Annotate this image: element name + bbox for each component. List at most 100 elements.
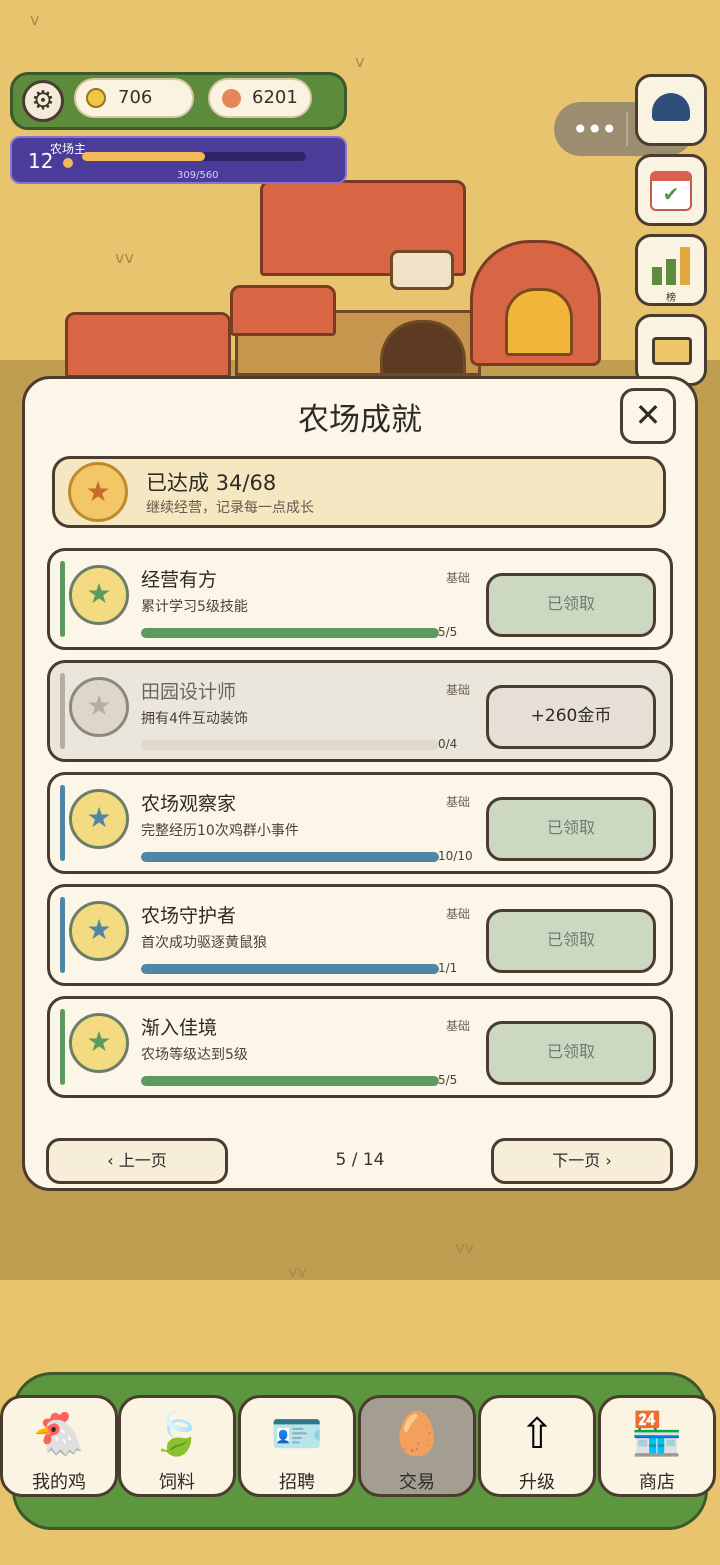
star-medal-icon: ★: [69, 901, 129, 961]
page-indicator: 5 / 14: [335, 1150, 385, 1170]
nav-label: 交易: [399, 1472, 435, 1493]
achievement-progress-fill: [141, 964, 439, 974]
level-dot-icon: [63, 158, 73, 168]
level-bar[interactable]: 12 农场主 309/560: [10, 136, 347, 184]
shed-roof: [65, 312, 231, 378]
porch-roof: [230, 285, 336, 336]
nav-label: 我的鸡: [32, 1472, 86, 1493]
achievement-description: 累计学习5级技能: [141, 599, 248, 615]
achievement-tag: 基础: [446, 907, 471, 921]
coin-amount: 706: [118, 87, 153, 108]
bar-chart-icon: [652, 267, 662, 285]
nav-label: 招聘: [279, 1472, 315, 1493]
egg-sign: [390, 250, 454, 290]
xp-fill: [82, 152, 206, 161]
achievement-card: ★ 田园设计师 拥有4件互动装饰 基础 0/4 +260金币: [47, 660, 673, 762]
xp-text: 309/560: [177, 170, 219, 181]
achievement-tag: 基础: [446, 1019, 471, 1033]
achievement-progress-text: 1/1: [438, 961, 458, 975]
achievement-progress-track: [141, 628, 439, 638]
achievement-description: 完整经历10次鸡群小事件: [141, 823, 299, 839]
card-accent: [60, 673, 65, 749]
prev-page-button[interactable]: ‹ 上一页: [46, 1138, 228, 1184]
grass-decoration: ⅴⅴ: [455, 1238, 474, 1257]
coin-icon: [86, 88, 106, 108]
grass-decoration: ⅴⅴ: [288, 1262, 307, 1281]
achievement-progress-fill: [141, 852, 439, 862]
level-title: 农场主: [50, 142, 87, 156]
capsule-divider: [626, 112, 628, 146]
more-menu-icon[interactable]: •••: [572, 113, 618, 146]
claimed-button[interactable]: 已领取: [486, 573, 656, 637]
calendar-check-icon: ✔: [650, 171, 692, 211]
achievement-progress-track: [141, 852, 439, 862]
coin-counter[interactable]: 706: [74, 78, 194, 118]
star-medal-icon: ★: [69, 677, 129, 737]
bar-chart-icon-bar: [680, 247, 690, 285]
card-accent: [60, 897, 65, 973]
achievement-description: 拥有4件互动装饰: [141, 711, 248, 727]
star-medal-icon: ★: [69, 565, 129, 625]
settings-button[interactable]: ⚙: [22, 80, 64, 122]
eggs-icon: 🥚: [390, 1409, 444, 1458]
modal-title: 农场成就: [298, 402, 422, 438]
bar-chart-icon-bar: [666, 259, 676, 285]
close-icon: ✕: [634, 396, 662, 434]
chicken-icon: 🐔: [32, 1409, 86, 1458]
nav-chicken[interactable]: 🐔 我的鸡: [0, 1395, 118, 1497]
achievement-progress-text: 5/5: [438, 625, 458, 639]
grass-decoration: ⅴ: [30, 10, 40, 29]
xp-track: [82, 152, 306, 161]
oven-window: [505, 288, 573, 356]
nav-arrow-up[interactable]: ⇧ 升级: [478, 1395, 596, 1497]
envelope-icon: [652, 337, 692, 365]
claim-reward-button[interactable]: +260金币: [486, 685, 656, 749]
achievement-progress-text: 10/10: [438, 849, 473, 863]
arrow-up-icon: ⇧: [519, 1409, 555, 1458]
gem-icon: [222, 89, 241, 108]
gem-amount: 6201: [252, 87, 298, 108]
nav-label: 商店: [639, 1472, 675, 1493]
gear-icon: ⚙: [31, 86, 55, 116]
achievement-progress-fill: [141, 628, 439, 638]
star-medal-icon: ★: [68, 462, 128, 522]
achievement-description: 农场等级达到5级: [141, 1047, 248, 1063]
achievement-title: 渐入佳境: [141, 1017, 218, 1039]
leaf-icon: 🍃: [150, 1409, 204, 1458]
rank-side-button[interactable]: 榜: [635, 234, 707, 306]
claimed-button[interactable]: 已领取: [486, 797, 656, 861]
achievement-description: 首次成功驱逐黄鼠狼: [141, 935, 267, 951]
achievement-title: 农场守护者: [141, 905, 237, 927]
badge-icon: 🪪: [270, 1409, 324, 1458]
achievement-title: 田园设计师: [141, 681, 237, 703]
next-page-button[interactable]: 下一页 ›: [491, 1138, 673, 1184]
calendar-side-button[interactable]: ✔: [635, 154, 707, 226]
claimed-button[interactable]: 已领取: [486, 1021, 656, 1085]
close-button[interactable]: ✕: [620, 388, 676, 444]
rank-label: 榜: [666, 293, 676, 304]
summary-subtitle: 继续经营，记录每一点成长: [146, 500, 314, 516]
achievement-tag: 基础: [446, 795, 471, 809]
nav-label: 饲料: [159, 1472, 195, 1493]
gem-counter[interactable]: 6201: [208, 78, 312, 118]
nav-leaf[interactable]: 🍃 饲料: [118, 1395, 236, 1497]
achievement-card: ★ 农场守护者首次成功驱逐黄鼠狼 基础 1/1 已领取: [47, 884, 673, 986]
grass-decoration: ⅴ: [355, 52, 365, 71]
achievement-progress-text: 5/5: [438, 1073, 458, 1087]
nav-badge[interactable]: 🪪 招聘: [238, 1395, 356, 1497]
summary-title: 已达成 34/68: [146, 471, 277, 495]
achievement-progress-fill: [141, 1076, 439, 1086]
shop-icon: 🏪: [630, 1409, 684, 1458]
farm-building[interactable]: [60, 170, 601, 378]
profile-side-button[interactable]: [635, 74, 707, 146]
nav-shop[interactable]: 🏪 商店: [598, 1395, 716, 1497]
nav-eggs[interactable]: 🥚 交易: [358, 1395, 476, 1497]
achievement-summary: [52, 456, 666, 528]
achievement-card: ★ 渐入佳境农场等级达到5级 基础 5/5 已领取: [47, 996, 673, 1098]
claimed-button[interactable]: 已领取: [486, 909, 656, 973]
achievement-progress-track: [141, 740, 439, 750]
star-medal-icon: ★: [69, 789, 129, 849]
nav-label: 升级: [519, 1472, 555, 1493]
achievement-tag: 基础: [446, 683, 471, 697]
star-medal-icon: ★: [69, 1013, 129, 1073]
